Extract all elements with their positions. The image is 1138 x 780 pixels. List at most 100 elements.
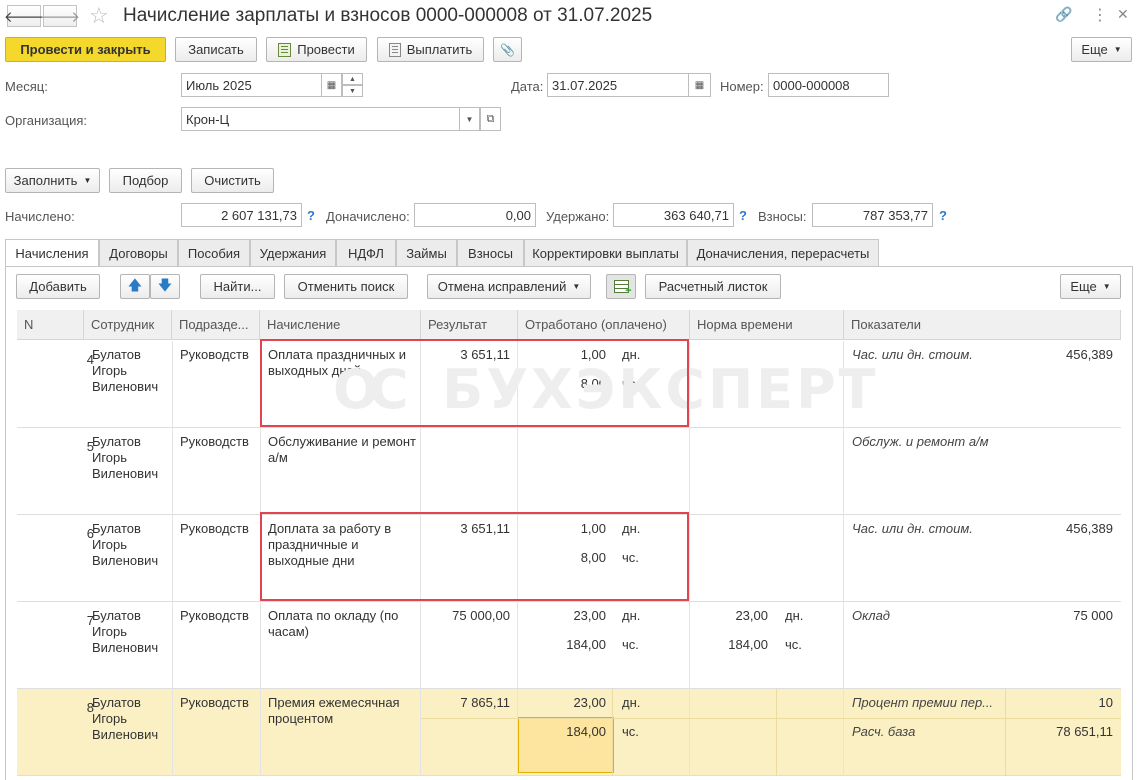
row-accrual: Обслуживание и ремонт а/м <box>268 434 417 465</box>
withheld-value: 363 640,71 <box>613 203 734 227</box>
row-indicator-value: 10 <box>1098 695 1113 710</box>
contributions-help-icon[interactable]: ? <box>939 208 947 223</box>
forward-button[interactable]: 🡒 <box>39 5 81 27</box>
row-worked-days-unit: дн. <box>622 347 641 362</box>
tab-benefits[interactable]: Пособия <box>178 239 250 266</box>
column-header-n[interactable]: N <box>17 310 84 340</box>
withheld-help-icon[interactable]: ? <box>739 208 747 223</box>
column-header-norm[interactable]: Норма времени <box>690 310 844 340</box>
tab-ndfl[interactable]: НДФЛ <box>336 239 396 266</box>
row-indicator-value: 456,389 <box>1066 521 1113 536</box>
table-row[interactable]: 4 Булатов Игорь Виленович Руководств Оплата… <box>17 341 1121 428</box>
month-up-button[interactable]: ▲ <box>342 73 363 85</box>
pay-button-label: Выплатить <box>406 42 473 57</box>
table-more-button[interactable]: Еще ▼ <box>1060 274 1121 299</box>
cancel-corrections-button[interactable]: Отмена исправлений ▼ <box>427 274 591 299</box>
month-field[interactable]: Июль 2025 <box>181 73 322 97</box>
row-worked-hours: 184,00 <box>566 724 606 739</box>
back-arrow-icon: 🡐 <box>3 8 45 26</box>
accrued-label: Начислено: <box>5 209 75 224</box>
accrued-help-icon[interactable]: ? <box>307 208 315 223</box>
withheld-label: Удержано: <box>546 209 610 224</box>
column-header-department[interactable]: Подразде... <box>172 310 260 340</box>
favorite-star-icon[interactable]: ☆ <box>89 3 109 29</box>
post-button-label: Провести <box>297 42 355 57</box>
row-norm-days: 23,00 <box>735 608 768 623</box>
accrued-value: 2 607 131,73 <box>181 203 302 227</box>
table-settings-button[interactable]: + <box>606 274 636 299</box>
organization-label: Организация: <box>5 113 88 128</box>
row-indicator-name: Час. или дн. стоим. <box>852 521 973 536</box>
extra-accrued-value: 0,00 <box>414 203 536 227</box>
tab-accruals[interactable]: Начисления <box>5 239 99 267</box>
move-down-button[interactable]: 🡇 <box>150 274 180 299</box>
attach-button[interactable]: 📎 <box>493 37 522 62</box>
arrow-down-icon: 🡇 <box>157 276 173 293</box>
date-calendar-button[interactable]: ▦ <box>688 73 711 97</box>
find-button[interactable]: Найти... <box>200 274 275 299</box>
tab-recalculations[interactable]: Доначисления, перерасчеты <box>687 239 879 266</box>
organization-field[interactable]: Крон-Ц <box>181 107 460 131</box>
extra-accrued-label: Доначислено: <box>326 209 410 224</box>
column-header-employee[interactable]: Сотрудник <box>84 310 172 340</box>
row-indicator-value: 75 000 <box>1073 608 1113 623</box>
row-indicator-name: Оклад <box>852 608 890 623</box>
tab-payment-corrections[interactable]: Корректировки выплаты <box>524 239 687 266</box>
more-options-icon[interactable]: ⋮ <box>1092 5 1108 25</box>
tab-deductions[interactable]: Удержания <box>250 239 336 266</box>
cancel-search-button[interactable]: Отменить поиск <box>284 274 408 299</box>
pick-button[interactable]: Подбор <box>109 168 182 193</box>
forward-arrow-icon: 🡒 <box>39 8 81 26</box>
column-header-indicators[interactable]: Показатели <box>844 310 1121 340</box>
close-icon[interactable]: ✕ <box>1117 6 1129 23</box>
row-worked-days-unit: дн. <box>622 695 641 710</box>
chevron-up-icon: ▲ <box>349 75 356 83</box>
organization-dropdown-button[interactable]: ▼ <box>459 107 480 131</box>
column-header-result[interactable]: Результат <box>421 310 518 340</box>
table-more-label: Еще <box>1070 279 1097 294</box>
row-indicator-name: Час. или дн. стоим. <box>852 347 973 362</box>
dropdown-arrow-icon: ▼ <box>465 114 474 124</box>
link-icon[interactable]: 🔗 <box>1055 6 1072 23</box>
post-button[interactable]: Провести <box>266 37 367 62</box>
more-button[interactable]: Еще ▼ <box>1071 37 1132 62</box>
row-employee: Булатов Игорь Виленович <box>92 695 159 742</box>
row-employee: Булатов Игорь Виленович <box>92 347 159 394</box>
number-field[interactable]: 0000-000008 <box>768 73 889 97</box>
dropdown-arrow-icon: ▼ <box>1102 282 1111 291</box>
organization-open-button[interactable]: ⧉ <box>480 107 501 131</box>
arrow-up-icon: 🡅 <box>127 276 143 293</box>
tab-contributions[interactable]: Взносы <box>457 239 524 266</box>
post-and-close-button[interactable]: Провести и закрыть <box>5 37 166 62</box>
cancel-corrections-label: Отмена исправлений <box>437 279 567 294</box>
tab-loans[interactable]: Займы <box>396 239 457 266</box>
table-row[interactable]: 6 Булатов Игорь Виленович Руководств Доплат… <box>17 515 1121 602</box>
row-result: 7 865,11 <box>460 695 510 710</box>
pay-document-icon <box>388 42 401 57</box>
post-document-icon <box>278 42 292 57</box>
dropdown-arrow-icon: ▼ <box>83 176 92 185</box>
clear-button[interactable]: Очистить <box>191 168 274 193</box>
column-header-accrual[interactable]: Начисление <box>260 310 421 340</box>
row-department: Руководств <box>180 434 249 449</box>
calendar-button[interactable]: ▦ <box>321 73 342 97</box>
month-down-button[interactable]: ▼ <box>342 85 363 97</box>
dropdown-arrow-icon: ▼ <box>572 282 581 291</box>
tab-contracts[interactable]: Договоры <box>99 239 178 266</box>
fill-button[interactable]: Заполнить ▼ <box>5 168 100 193</box>
table-row[interactable]: 7 Булатов Игорь Виленович Руководств Оплата… <box>17 602 1121 689</box>
column-header-worked[interactable]: Отработано (оплачено) <box>518 310 690 340</box>
date-field[interactable]: 31.07.2025 <box>547 73 689 97</box>
table-row[interactable]: 5 Булатов Игорь Виленович Руководств Обслуж… <box>17 428 1121 515</box>
payslip-button[interactable]: Расчетный листок <box>645 274 781 299</box>
table-row[interactable]: 8 Булатов Игорь Виленович Руководств Премия… <box>17 689 1121 776</box>
add-row-button[interactable]: Добавить <box>16 274 100 299</box>
pay-button[interactable]: Выплатить <box>377 37 484 62</box>
contributions-label: Взносы: <box>758 209 807 224</box>
row-norm-hours: 184,00 <box>728 637 768 652</box>
save-button[interactable]: Записать <box>175 37 257 62</box>
move-up-button[interactable]: 🡅 <box>120 274 150 299</box>
paperclip-icon: 📎 <box>500 42 515 57</box>
row-worked-hours-unit: чс. <box>622 376 639 391</box>
back-button[interactable]: 🡐 <box>3 5 45 27</box>
